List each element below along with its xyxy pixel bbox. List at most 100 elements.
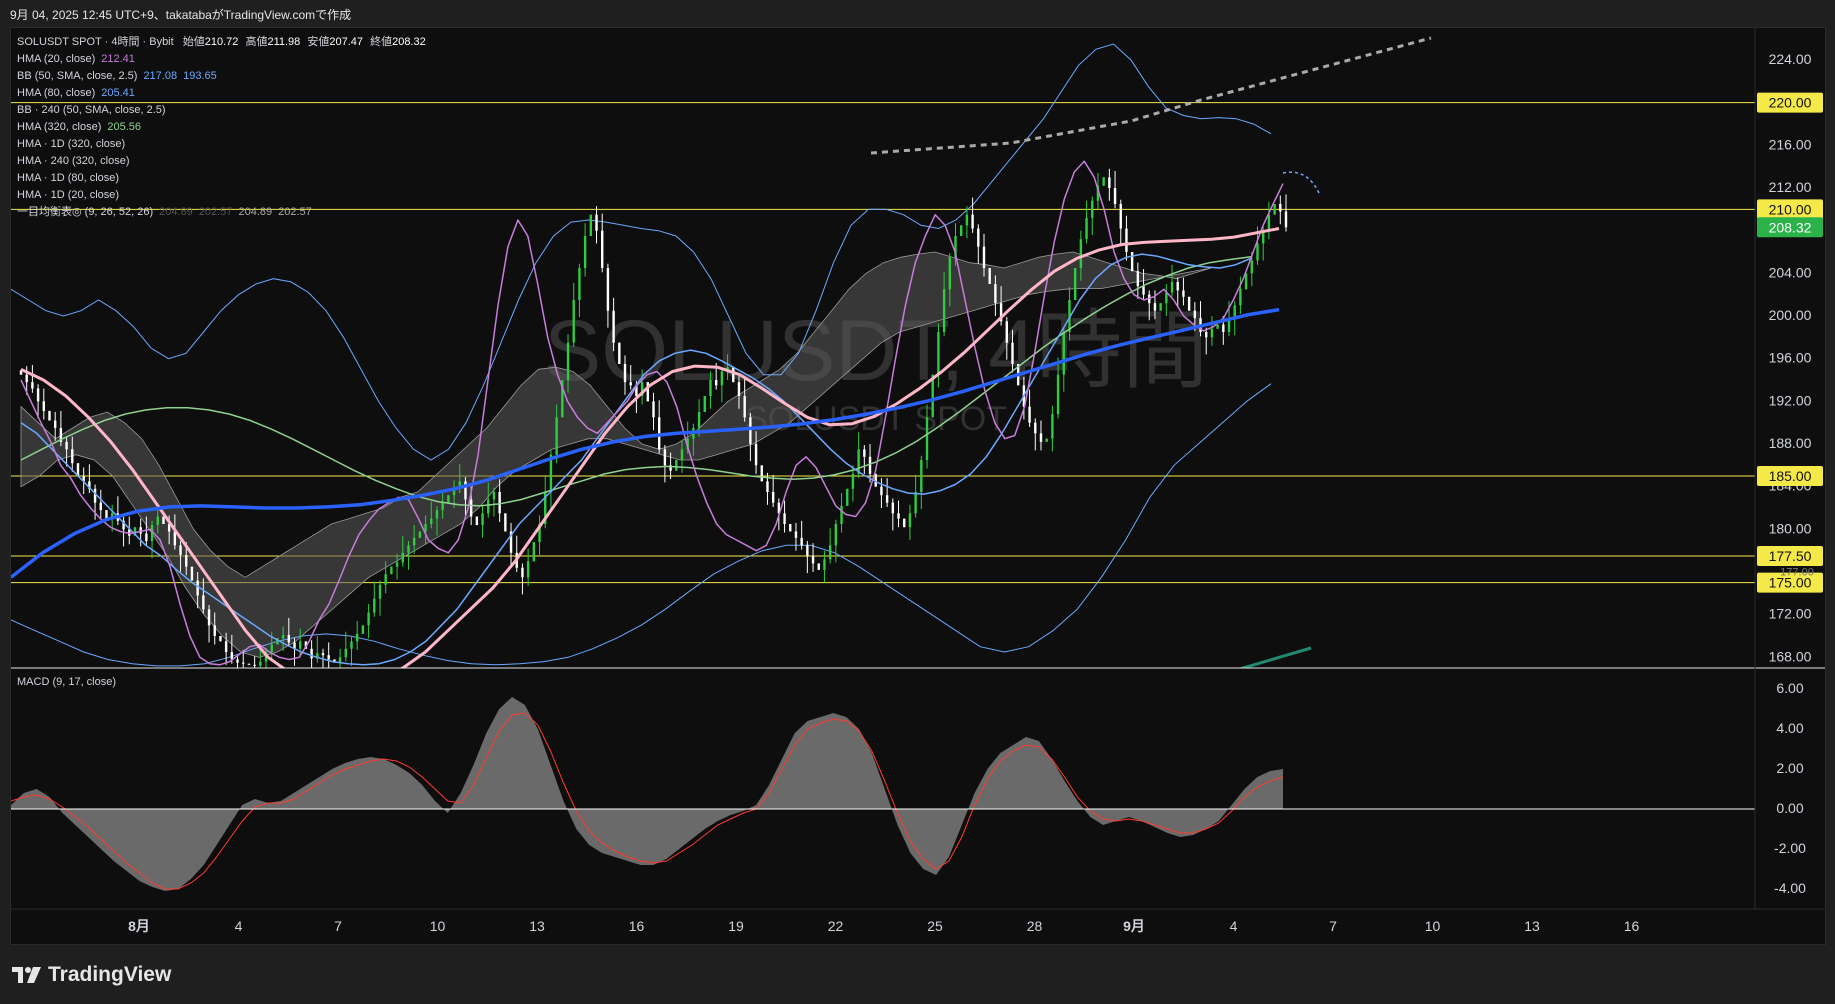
close-label: 終値 <box>370 36 393 48</box>
candle-body <box>469 499 473 517</box>
legend-bb240[interactable]: BB · 240 (50, SMA, close, 2.5) <box>17 102 426 119</box>
ichi-v1: 204.89 <box>159 206 193 218</box>
candle-body <box>521 567 524 578</box>
candle-body <box>259 661 262 666</box>
candle-body <box>390 566 393 575</box>
candle <box>794 522 798 551</box>
candle <box>1244 273 1248 290</box>
candle-body <box>1062 332 1065 375</box>
candle-body <box>982 246 986 268</box>
legend-macd[interactable]: MACD (9, 17, close) <box>17 676 116 688</box>
hma-projection-dotted <box>1282 171 1320 194</box>
legend-hma320[interactable]: HMA (320, close) 205.56 <box>17 119 426 136</box>
candle <box>703 396 706 412</box>
candle <box>532 542 536 562</box>
candle-body <box>202 595 205 610</box>
candle-body <box>1159 303 1162 311</box>
hidden-tick-label: 177.00 <box>1780 566 1814 578</box>
candle-body <box>1039 433 1043 442</box>
candle-body <box>1210 328 1214 338</box>
candle-body <box>663 449 667 466</box>
candle <box>498 479 501 522</box>
candle-body <box>743 396 746 418</box>
candle-body <box>618 342 621 364</box>
candle <box>840 493 843 533</box>
candle-body <box>327 655 330 660</box>
candle-body <box>48 410 51 421</box>
price-tick-label: 216.00 <box>1769 136 1812 152</box>
candle <box>538 515 541 555</box>
price-tick-label: 204.00 <box>1769 264 1812 280</box>
candle-body <box>162 516 165 524</box>
trend-projection-dotted <box>870 36 1432 155</box>
legend-symbol-row[interactable]: SOLUSDT SPOT · 4時間 · Bybit 始値210.72 高値21… <box>17 34 426 51</box>
candle <box>880 478 883 508</box>
hma80-value: 205.41 <box>101 87 135 99</box>
time-tick-label: 10 <box>430 918 446 934</box>
candle-body <box>93 488 97 503</box>
candle <box>1136 262 1140 299</box>
macd-axis[interactable]: 6.00 4.00 2.00 0.00 -2.00 -4.00 <box>1774 680 1806 896</box>
bb-lower-line <box>11 383 1272 667</box>
legend-hma240-320[interactable]: HMA · 240 (320, close) <box>17 153 426 170</box>
candle-body <box>988 268 991 284</box>
candle <box>595 206 598 244</box>
candle <box>863 445 866 474</box>
candle <box>908 504 912 540</box>
candle-body <box>1136 271 1140 287</box>
candle-body <box>401 552 404 563</box>
level-price-text: 177.50 <box>1769 548 1812 564</box>
candle-body <box>1284 211 1288 228</box>
candle <box>48 410 51 421</box>
candle-body <box>65 441 68 450</box>
candle-body <box>321 653 325 656</box>
legend-hma1d80[interactable]: HMA · 1D (80, close) <box>17 170 426 187</box>
candle-body <box>481 513 484 526</box>
close-value: 208.32 <box>392 36 426 48</box>
legend-hma1d20[interactable]: HMA · 1D (20, close) <box>17 187 426 204</box>
legend-hma80[interactable]: HMA (80, close) 205.41 <box>17 85 426 102</box>
candle <box>447 495 450 503</box>
legend-ichimoku[interactable]: 一目均衡表◎ (9, 26, 52, 26) 204.89 202.57 204.89… <box>17 204 426 221</box>
candle <box>1279 195 1282 225</box>
time-axis[interactable]: 8月 4 7 10 13 16 19 22 25 28 9月 4 7 10 13 16 <box>128 918 1639 934</box>
tradingview-logo-icon <box>12 967 41 983</box>
candle-body <box>1034 422 1037 434</box>
candle <box>1284 194 1288 232</box>
candle <box>760 465 763 482</box>
candle-body <box>1102 177 1105 186</box>
candle-body <box>395 562 399 567</box>
candle-body <box>299 641 302 649</box>
time-tick-label: 22 <box>828 918 844 934</box>
time-tick-label: 19 <box>728 918 744 934</box>
candle-body <box>373 598 376 613</box>
hma320-value: 205.56 <box>107 121 142 133</box>
candle <box>1125 215 1128 261</box>
legend-hma1d320[interactable]: HMA · 1D (320, close) <box>17 136 426 153</box>
candle-body <box>344 648 347 658</box>
macd-tick-label: 4.00 <box>1776 720 1803 736</box>
candle-body <box>851 473 855 489</box>
candle <box>150 520 154 559</box>
candle-body <box>407 545 410 553</box>
time-tick-label: 16 <box>1624 918 1640 934</box>
legend-hma20[interactable]: HMA (20, close) 212.41 <box>17 51 426 68</box>
candle-body <box>1239 289 1242 306</box>
candle-body <box>418 531 422 538</box>
candle-body <box>937 332 940 375</box>
candle-body <box>994 284 997 304</box>
candle-body <box>139 527 142 534</box>
candle <box>344 631 347 662</box>
candle-body <box>287 634 291 643</box>
legend-bb[interactable]: BB (50, SMA, close, 2.5) 217.08 193.65 <box>17 68 426 85</box>
candle <box>749 413 752 462</box>
candle-body <box>1244 273 1248 290</box>
tradingview-logo[interactable]: TradingView <box>12 963 171 987</box>
candle-body <box>1267 214 1271 231</box>
price-labels: 220.00210.00185.00177.50175.00208.32177.… <box>1757 92 1823 593</box>
candle-body <box>1256 243 1259 261</box>
candle <box>817 563 820 570</box>
candle <box>1108 168 1111 201</box>
candle-body <box>99 502 102 511</box>
candle <box>350 637 353 666</box>
